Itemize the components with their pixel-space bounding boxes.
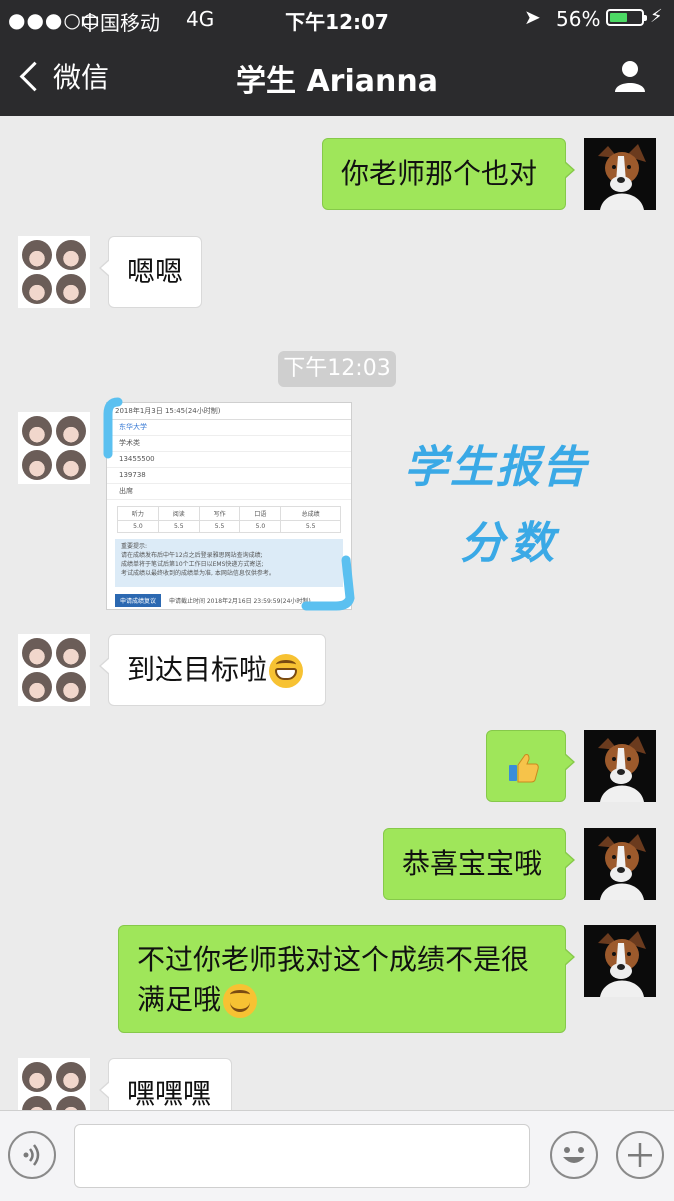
avatar-photo bbox=[22, 240, 52, 270]
score-table: 听力 阅读 写作 口语 总成绩 5.0 5.5 5.5 5.0 5.5 bbox=[117, 506, 341, 533]
avatar-student[interactable] bbox=[18, 412, 90, 484]
battery-icon bbox=[606, 9, 647, 26]
report-row: 13455500 bbox=[107, 452, 351, 468]
plus-icon[interactable] bbox=[616, 1131, 664, 1179]
smirking-face-icon bbox=[223, 984, 258, 1018]
dog-avatar-image bbox=[584, 828, 656, 900]
appeal-button: 申请成绩复议 bbox=[115, 594, 162, 607]
dog-avatar-image bbox=[584, 138, 656, 210]
avatar-teacher[interactable] bbox=[584, 828, 656, 900]
score-header: 写作 bbox=[198, 506, 241, 521]
message-text-line: 不过你老师我对这个成绩不是很 bbox=[137, 943, 530, 976]
score-report-header: 2018年1月3日 15:45(24小时制) bbox=[107, 403, 351, 420]
score-value: 5.5 bbox=[157, 520, 200, 533]
message-bubble-outgoing[interactable]: 恭喜宝宝哦 bbox=[383, 828, 575, 900]
message-bubble-outgoing[interactable]: 不过你老师我对这个成绩不是很 满足哦 bbox=[118, 925, 575, 1033]
nav-bar: 微信 学生 Arianna bbox=[0, 36, 674, 116]
avatar-photo bbox=[56, 240, 86, 270]
dog-avatar-image bbox=[584, 925, 656, 997]
score-header: 总成绩 bbox=[280, 506, 341, 521]
grinning-face-icon bbox=[269, 654, 304, 688]
notice-line: 考试成绩以最终收到的成绩单为准, 本网站信息仅供参考。 bbox=[121, 570, 275, 577]
status-bar: ●●●○○ 中国移动 4G 下午12:07 ➤ 56% ⚡ bbox=[0, 0, 674, 36]
avatar-photo bbox=[56, 672, 86, 702]
emoji-eyes bbox=[276, 660, 297, 669]
report-row: 学术类 bbox=[107, 436, 351, 452]
avatar-student[interactable] bbox=[18, 634, 90, 706]
plus-sign bbox=[628, 1143, 652, 1167]
avatar-photo bbox=[22, 638, 52, 668]
battery-fill bbox=[610, 13, 627, 22]
handwritten-annotation: 学生报告 分数 bbox=[398, 432, 598, 592]
message-bubble-outgoing[interactable] bbox=[486, 730, 575, 802]
message-bubble-incoming[interactable]: 嗯嗯 bbox=[99, 236, 202, 308]
score-header: 听力 bbox=[117, 506, 159, 521]
image-message[interactable]: 2018年1月3日 15:45(24小时制) 东华大学 学术类 13455500… bbox=[106, 402, 352, 610]
input-bar bbox=[0, 1110, 674, 1201]
avatar-teacher[interactable] bbox=[584, 730, 656, 802]
battery-tip bbox=[644, 15, 647, 21]
location-arrow-icon: ➤ bbox=[524, 5, 541, 29]
score-value: 5.5 bbox=[280, 520, 341, 533]
message-bubble-incoming[interactable]: 到达目标啦 bbox=[99, 634, 326, 706]
score-value: 5.5 bbox=[198, 520, 241, 533]
report-row: 139738 bbox=[107, 468, 351, 484]
avatar-photo bbox=[22, 672, 52, 702]
report-row: 东华大学 bbox=[107, 420, 351, 436]
emoji-eyes bbox=[230, 990, 251, 999]
dog-avatar-image bbox=[584, 730, 656, 802]
notice-title: 重要提示: bbox=[121, 543, 148, 550]
voice-waves bbox=[23, 1144, 40, 1166]
thumbs-up-icon bbox=[509, 754, 539, 783]
score-header: 口语 bbox=[239, 506, 282, 521]
avatar-photo bbox=[22, 450, 52, 480]
message-bubble-outgoing[interactable]: 你老师那个也对 bbox=[322, 138, 575, 210]
message-text-line: 满足哦 bbox=[137, 980, 547, 1020]
person-icon[interactable] bbox=[612, 58, 648, 94]
avatar-photo bbox=[56, 638, 86, 668]
avatar-photo bbox=[56, 450, 86, 480]
annotation-line: 分数 bbox=[460, 518, 560, 569]
avatar-photo bbox=[56, 1062, 86, 1092]
avatar-teacher[interactable] bbox=[584, 138, 656, 210]
avatar-photo bbox=[56, 274, 86, 304]
avatar-photo bbox=[56, 416, 86, 446]
message-input[interactable] bbox=[74, 1124, 530, 1188]
report-footer: 申请成绩复议 申请截止时间 2018年2月16日 23:59:59(24小时制) bbox=[115, 594, 311, 607]
notice-line: 成绩单将于笔试后第10个工作日以EMS快递方式寄送; bbox=[121, 561, 264, 568]
avatar-photo bbox=[22, 1062, 52, 1092]
chat-timestamp: 下午12:03 bbox=[278, 351, 396, 387]
voice-icon[interactable] bbox=[8, 1131, 56, 1179]
score-value: 5.0 bbox=[117, 520, 159, 533]
message-text: 满足哦 bbox=[137, 983, 222, 1016]
avatar-student[interactable] bbox=[18, 236, 90, 308]
avatar-photo bbox=[22, 274, 52, 304]
score-value: 5.0 bbox=[239, 520, 282, 533]
smiley-icon[interactable] bbox=[550, 1131, 598, 1179]
report-row: 出席 bbox=[107, 484, 351, 500]
avatar-photo bbox=[22, 416, 52, 446]
chat-title: 学生 Arianna bbox=[236, 64, 438, 99]
avatar-teacher[interactable] bbox=[584, 925, 656, 997]
bolt-icon: ⚡ bbox=[650, 6, 663, 27]
annotation-line: 学生报告 bbox=[404, 442, 588, 493]
deadline-text: 申请截止时间 2018年2月16日 23:59:59(24小时制) bbox=[168, 598, 311, 605]
smiley-face bbox=[563, 1147, 585, 1163]
message-text: 到达目标啦 bbox=[127, 653, 268, 686]
notice-line: 请在成绩发布后中午12点之后登录雅思网站查询成绩; bbox=[121, 552, 263, 559]
score-header: 阅读 bbox=[157, 506, 200, 521]
notice-box: 重要提示: 请在成绩发布后中午12点之后登录雅思网站查询成绩; 成绩单将于笔试后… bbox=[115, 539, 343, 587]
battery-percent: 56% bbox=[556, 7, 601, 31]
